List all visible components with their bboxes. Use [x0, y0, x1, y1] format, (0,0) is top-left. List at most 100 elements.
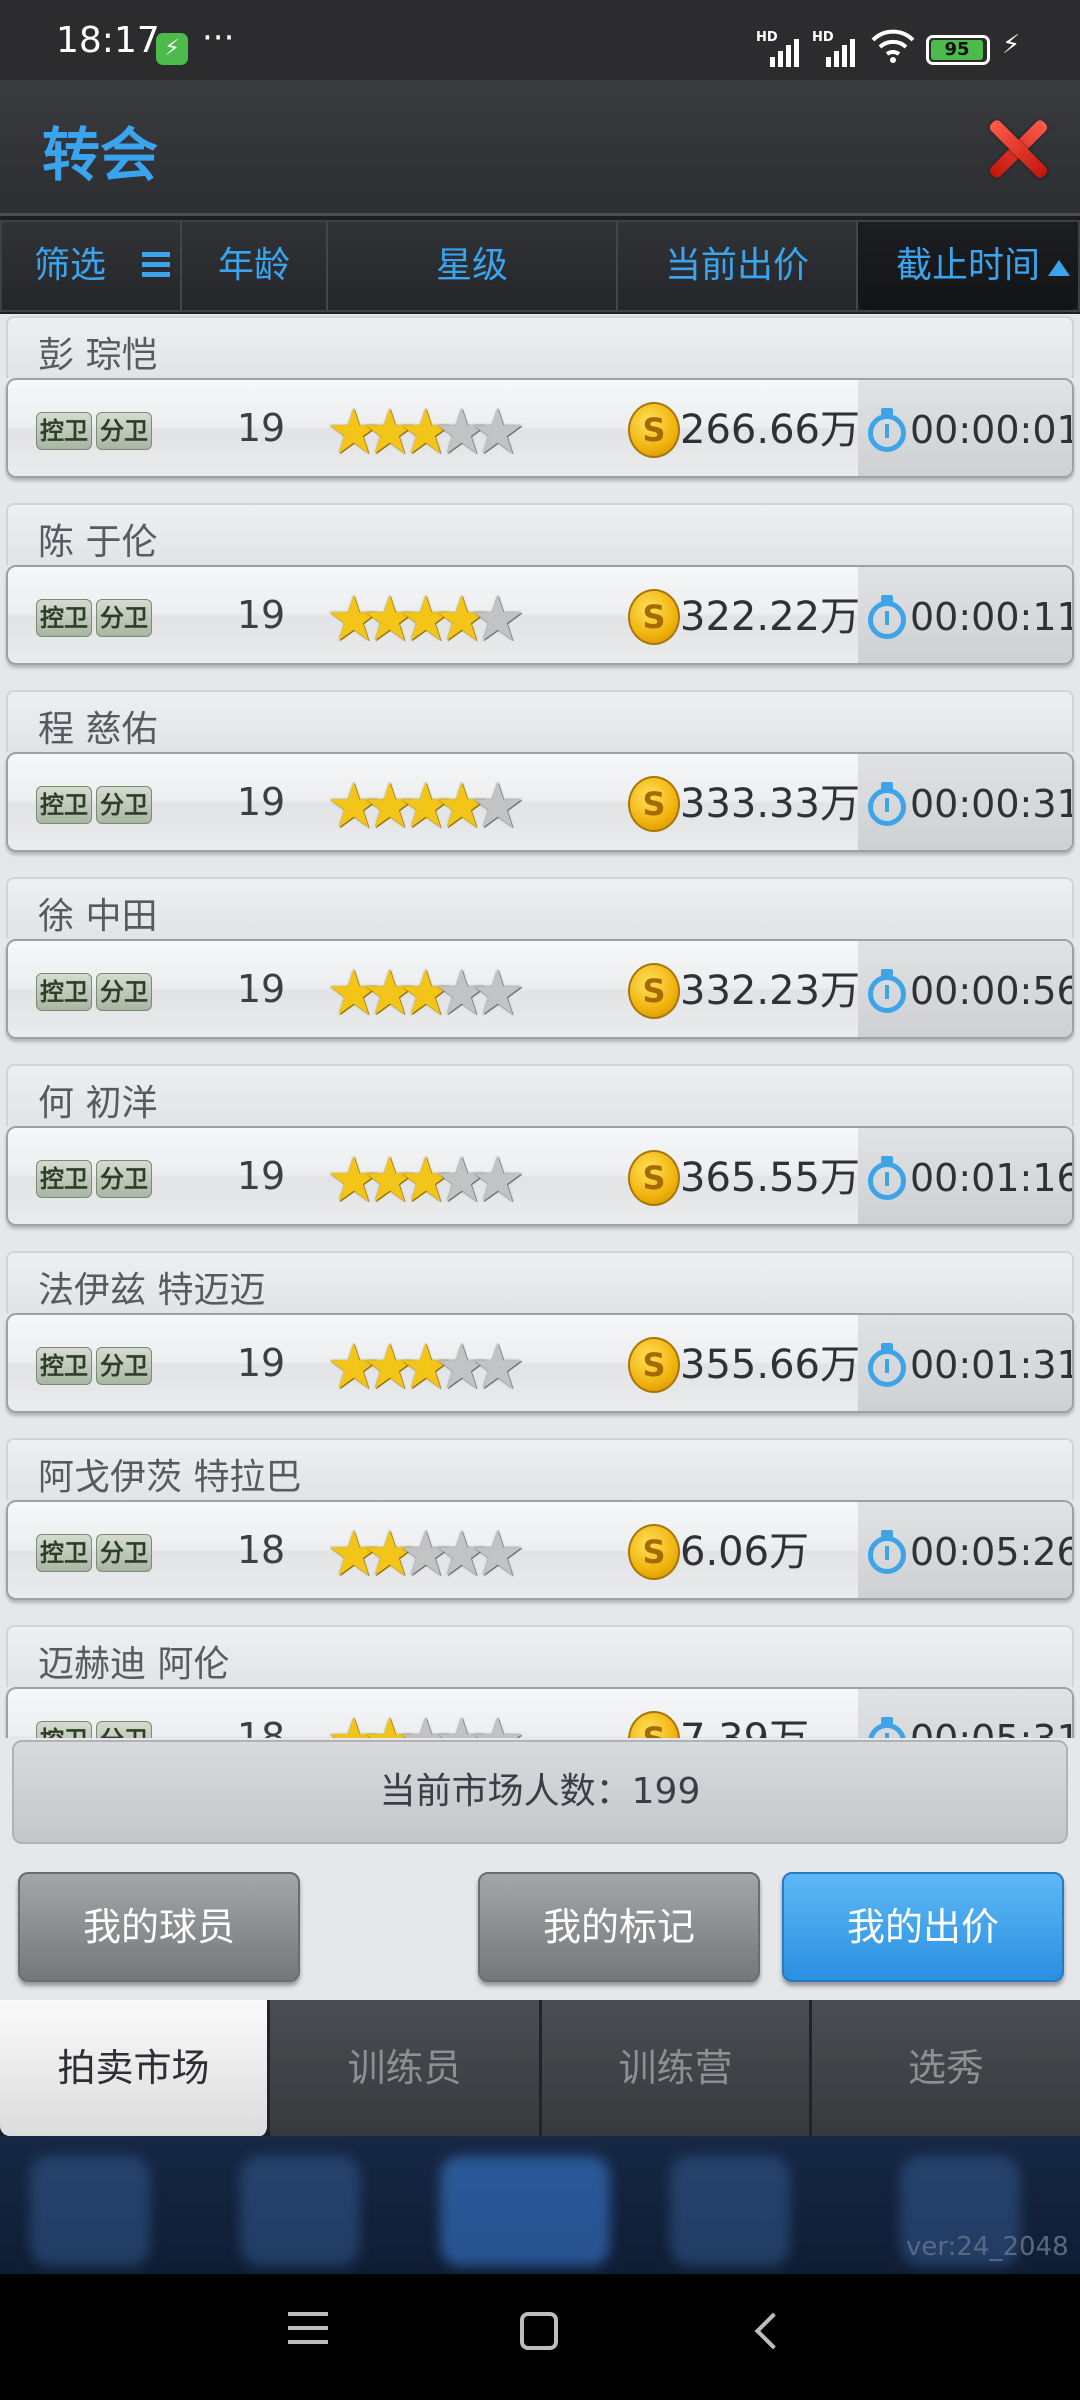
current-bid: 332.23万 [680, 968, 860, 1014]
position-badge: 分卫 [96, 599, 152, 637]
star-empty-icon: ★ [470, 1143, 526, 1216]
time-remaining: 00:00:11 [910, 595, 1074, 639]
current-bid: 7.39万 [680, 1711, 809, 1738]
sort-stars-label: 星级 [435, 245, 508, 286]
player-name-bar: 法伊兹 特迈迈 [6, 1251, 1074, 1313]
player-name: 徐 中田 [38, 896, 158, 937]
player-name: 何 初洋 [38, 1083, 158, 1124]
coin-icon: S [628, 589, 680, 645]
position-badge: 控卫 [36, 1347, 92, 1385]
sort-age-button[interactable]: 年龄 [182, 222, 328, 310]
player-name-bar: 程 慈佑 [6, 690, 1074, 752]
position-badge: 分卫 [96, 973, 152, 1011]
stopwatch-icon [868, 1530, 906, 1574]
coin-icon: S [628, 1711, 680, 1738]
stopwatch-icon [868, 595, 906, 639]
player-name-bar: 阿戈伊茨 特拉巴 [6, 1438, 1074, 1500]
player-card[interactable]: 陈 于伦 控卫 分卫 19 ★ ★ ★ ★ ★ S 322.22万 00:00:11 [6, 503, 1074, 687]
close-icon[interactable] [986, 118, 1048, 180]
position-badge: 控卫 [36, 1721, 92, 1738]
player-card[interactable]: 徐 中田 控卫 分卫 19 ★ ★ ★ ★ ★ S 332.23万 00:00:56 [6, 877, 1074, 1061]
player-row[interactable]: 控卫 分卫 19 ★ ★ ★ ★ ★ S 332.23万 00:00:56 [6, 939, 1074, 1039]
coin-icon: S [628, 1150, 680, 1206]
star-empty-icon: ★ [470, 956, 526, 1029]
deadline-cell: 00:05:26 [858, 1502, 1072, 1598]
my-players-button[interactable]: 我的球员 [18, 1872, 300, 1982]
recent-apps-icon[interactable] [288, 2312, 328, 2348]
stopwatch-icon [868, 782, 906, 826]
signal-icon-2 [826, 35, 866, 67]
player-card[interactable]: 彭 琮恺 控卫 分卫 19 ★ ★ ★ ★ ★ S 266.66万 00:00:01 [6, 316, 1074, 500]
time-remaining: 00:00:31 [910, 782, 1074, 826]
player-row[interactable]: 控卫 分卫 19 ★ ★ ★ ★ ★ S 333.33万 00:00:31 [6, 752, 1074, 852]
filter-button[interactable]: 筛选 [2, 222, 182, 310]
player-row[interactable]: 控卫 分卫 19 ★ ★ ★ ★ ★ S 365.55万 00:01:16 [6, 1126, 1074, 1226]
position-badge: 控卫 [36, 599, 92, 637]
player-row[interactable]: 控卫分卫18★★★★★S7.39万00:05:31 [6, 1687, 1074, 1738]
charging-app-icon: ⚡ [156, 33, 188, 65]
home-icon[interactable] [520, 2312, 558, 2350]
deadline-cell: 00:00:56 [858, 941, 1072, 1037]
current-bid: 333.33万 [680, 781, 860, 827]
wifi-icon [871, 29, 915, 63]
deadline-cell: 00:05:31 [858, 1689, 1072, 1738]
position-badge: 分卫 [96, 786, 152, 824]
player-card[interactable]: 法伊兹 特迈迈 控卫 分卫 19 ★ ★ ★ ★ ★ S 355.66万 00:01:31 [6, 1251, 1074, 1435]
player-age: 19 [236, 406, 286, 450]
player-card[interactable]: 程 慈佑 控卫 分卫 19 ★ ★ ★ ★ ★ S 333.33万 00:00:31 [6, 690, 1074, 874]
player-age: 19 [236, 1154, 286, 1198]
sort-stars-button[interactable]: 星级 [328, 222, 618, 310]
coin-icon: S [628, 963, 680, 1019]
back-icon[interactable] [754, 2312, 792, 2350]
page-header: 转会 [0, 80, 1080, 216]
time-remaining: 00:01:16 [910, 1156, 1074, 1200]
position-badge: 分卫 [96, 1721, 152, 1738]
my-marks-button[interactable]: 我的标记 [478, 1872, 760, 1982]
coin-icon: S [628, 402, 680, 458]
position-badge: 控卫 [36, 1534, 92, 1572]
current-bid: 322.22万 [680, 594, 860, 640]
player-list[interactable]: 彭 琮恺 控卫 分卫 19 ★ ★ ★ ★ ★ S 266.66万 00:00:01 陈 于伦 控卫 分卫 1… [0, 314, 1080, 1738]
player-name-bar: 迈赫迪 阿伦 [6, 1625, 1074, 1687]
deadline-cell: 00:01:16 [858, 1128, 1074, 1224]
sort-bid-button[interactable]: 当前出价 [618, 222, 858, 310]
stopwatch-icon [868, 1717, 906, 1738]
star-empty-icon: ★ [470, 1710, 526, 1739]
my-bids-button[interactable]: 我的出价 [782, 1872, 1064, 1982]
tab-auction-market[interactable]: 拍卖市场 [0, 2000, 270, 2136]
current-bid: 365.55万 [680, 1155, 860, 1201]
player-row[interactable]: 控卫 分卫 19 ★ ★ ★ ★ ★ S 355.66万 00:01:31 [6, 1313, 1074, 1413]
current-bid: 6.06万 [680, 1529, 810, 1575]
sort-deadline-button[interactable]: 截止时间 [858, 222, 1078, 310]
stopwatch-icon [868, 1156, 906, 1200]
time-remaining: 00:05:31 [910, 1711, 1072, 1738]
player-row[interactable]: 控卫 分卫 19 ★ ★ ★ ★ ★ S 322.22万 00:00:11 [6, 565, 1074, 665]
coin-icon: S [628, 776, 680, 832]
player-row[interactable]: 控卫 分卫 19 ★ ★ ★ ★ ★ S 266.66万 00:00:01 [6, 378, 1074, 478]
player-age: 19 [236, 593, 286, 637]
player-age: 18 [236, 1715, 286, 1738]
clock: 18:17 [56, 20, 160, 61]
player-card[interactable]: 何 初洋 控卫 分卫 19 ★ ★ ★ ★ ★ S 365.55万 00:01:16 [6, 1064, 1074, 1248]
signal-icon-1 [770, 35, 810, 67]
current-bid: 266.66万 [680, 407, 860, 453]
system-nav-bar [0, 2274, 1080, 2400]
status-bar: 18:17 ⚡ ··· HD HD 95 ⚡ [0, 0, 1080, 80]
position-badge: 控卫 [36, 1160, 92, 1198]
player-row[interactable]: 控卫 分卫 18 ★ ★ ★ ★ ★ S 6.06万 00:05:26 [6, 1500, 1074, 1600]
sort-deadline-label: 截止时间 [896, 245, 1041, 286]
more-notifications-icon: ··· [202, 18, 235, 58]
current-bid: 355.66万 [680, 1342, 860, 1388]
coin-icon: S [628, 1337, 680, 1393]
star-empty-icon: ★ [470, 769, 526, 842]
sort-ascending-icon [1048, 260, 1070, 276]
player-card[interactable]: 迈赫迪 阿伦控卫分卫18★★★★★S7.39万00:05:31 [6, 1625, 1074, 1738]
player-card[interactable]: 阿戈伊茨 特拉巴 控卫 分卫 18 ★ ★ ★ ★ ★ S 6.06万 00:05:26 [6, 1438, 1074, 1622]
tab-training-camp[interactable]: 训练营 [542, 2000, 812, 2136]
player-name: 彭 琮恺 [38, 335, 158, 376]
player-name-bar: 徐 中田 [6, 877, 1074, 939]
deadline-cell: 00:00:01 [858, 380, 1072, 476]
tab-draft[interactable]: 选秀 [812, 2000, 1080, 2136]
star-empty-icon: ★ [470, 582, 526, 655]
tab-trainers[interactable]: 训练员 [270, 2000, 542, 2136]
